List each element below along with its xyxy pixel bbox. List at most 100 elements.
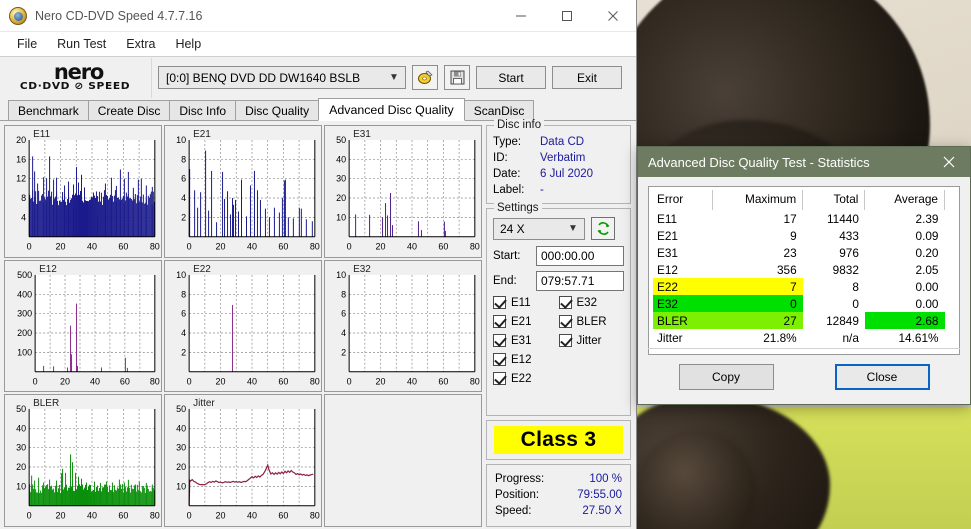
checkbox-e12[interactable]: E12 <box>493 353 559 366</box>
menu-help[interactable]: Help <box>166 34 210 54</box>
svg-text:8: 8 <box>181 154 186 164</box>
save-floppy-icon[interactable] <box>444 65 470 90</box>
cell-spacer <box>945 295 956 312</box>
checkbox-label: E12 <box>511 353 532 366</box>
charts-grid: E11 4 8 12 16 20 0 20 40 60 80 E21 2 4 6 8 10 0 20 40 60 80 … <box>4 125 482 528</box>
checkbox-bler[interactable]: BLER <box>558 315 625 328</box>
refresh-icon[interactable] <box>591 217 615 240</box>
start-button[interactable]: Start <box>476 66 546 89</box>
exit-button[interactable]: Exit <box>552 66 622 89</box>
progress-value: 100 % <box>589 473 622 485</box>
disc-info-key: ID: <box>493 152 508 164</box>
svg-text:80: 80 <box>150 376 160 386</box>
svg-text:E32: E32 <box>353 264 371 275</box>
window-title: Nero CD-DVD Speed 4.7.7.16 <box>35 8 203 23</box>
svg-text:60: 60 <box>118 242 128 252</box>
statistics-table-body: E11 17 11440 2.39 E21 9 433 0.09 E31 23 976 0.20 E12… <box>653 210 955 346</box>
progress-row: Progress: 100 % <box>495 471 622 487</box>
statistics-table-wrap: Error Maximum Total Average E11 17 11440 2.… <box>648 186 960 355</box>
table-row[interactable]: E12 356 9832 2.05 <box>653 261 955 278</box>
svg-text:50: 50 <box>16 404 26 414</box>
end-time-input[interactable]: 079:57.71 <box>536 271 624 291</box>
tab-advanced-disc-quality[interactable]: Advanced Disc Quality <box>318 98 465 121</box>
chevron-down-icon: ▼ <box>389 72 399 83</box>
svg-text:40: 40 <box>407 376 417 386</box>
svg-text:40: 40 <box>247 511 257 521</box>
tab-disc-quality[interactable]: Disc Quality <box>235 100 320 120</box>
svg-text:4: 4 <box>181 328 186 338</box>
checkbox-e21[interactable]: E21 <box>493 315 559 328</box>
speed-label: Speed: <box>495 505 532 517</box>
tab-disc-info[interactable]: Disc Info <box>169 100 237 120</box>
tab-benchmark[interactable]: Benchmark <box>8 100 89 120</box>
svg-text:2: 2 <box>341 347 346 357</box>
table-row[interactable]: BLER 27 12849 2.68 <box>653 312 955 329</box>
eject-disc-icon[interactable] <box>412 65 438 90</box>
drive-select-value: [0:0] BENQ DVD DD DW1640 BSLB <box>166 70 361 85</box>
table-row[interactable]: E22 7 8 0.00 <box>653 278 955 295</box>
cell-error: E21 <box>657 228 678 243</box>
table-row[interactable]: E31 23 976 0.20 <box>653 244 955 261</box>
checkbox-box <box>493 315 506 328</box>
copy-button[interactable]: Copy <box>678 363 774 390</box>
nero-logo-word: nero <box>53 59 104 84</box>
minimize-icon[interactable] <box>498 0 544 32</box>
svg-text:0: 0 <box>27 242 32 252</box>
svg-text:20: 20 <box>216 511 226 521</box>
disc-info-key: Label: <box>493 184 525 196</box>
svg-text:2: 2 <box>181 347 186 357</box>
cell-maximum: 27 <box>712 312 803 329</box>
svg-text:20: 20 <box>216 376 226 386</box>
checkbox-label: E11 <box>511 296 531 309</box>
svg-text:30: 30 <box>176 443 186 453</box>
nero-logo: nero CD·DVD ⊘ SPEED <box>0 57 152 98</box>
svg-text:6: 6 <box>181 308 186 318</box>
cell-spacer <box>945 312 956 329</box>
checkbox-label: BLER <box>576 315 607 328</box>
menubar: File Run Test Extra Help <box>0 32 636 56</box>
table-row[interactable]: E11 17 11440 2.39 <box>653 210 955 227</box>
error-type-checkbox-grid: E11 E32 E21 BLER E31 Jitter E12 E22 <box>493 296 624 391</box>
checkbox-e31[interactable]: E31 <box>493 334 559 347</box>
svg-text:8: 8 <box>341 289 346 299</box>
checkbox-e11[interactable]: E11 <box>493 296 559 309</box>
close-button[interactable]: Close <box>834 363 930 390</box>
column-header-error: Error <box>653 190 713 210</box>
disc-info-value: Verbatim <box>540 152 586 164</box>
speed-select[interactable]: 24 X ▼ <box>493 217 585 240</box>
svg-text:60: 60 <box>120 376 130 386</box>
svg-text:16: 16 <box>16 154 26 164</box>
statistics-table: Error Maximum Total Average E11 17 11440 2.… <box>653 190 955 346</box>
checkbox-box <box>493 372 506 385</box>
svg-text:40: 40 <box>336 154 346 164</box>
cell-error: E12 <box>657 262 678 277</box>
cell-error: E31 <box>657 245 678 260</box>
menu-run-test[interactable]: Run Test <box>48 34 115 54</box>
end-time-label: End: <box>493 275 517 287</box>
menu-extra[interactable]: Extra <box>117 34 164 54</box>
svg-text:10: 10 <box>336 270 346 280</box>
checkbox-label: E32 <box>576 296 597 309</box>
drive-select[interactable]: [0:0] BENQ DVD DD DW1640 BSLB ▼ <box>158 66 406 89</box>
checkbox-e32[interactable]: E32 <box>558 296 625 309</box>
svg-text:60: 60 <box>438 242 448 252</box>
cell-maximum: 9 <box>790 228 797 243</box>
maximize-icon[interactable] <box>544 0 590 32</box>
table-row[interactable]: E21 9 433 0.09 <box>653 227 955 244</box>
svg-text:E11: E11 <box>33 129 50 140</box>
checkbox-jitter[interactable]: Jitter <box>558 334 625 347</box>
start-time-input[interactable]: 000:00.00 <box>536 246 624 266</box>
tab-scandisc[interactable]: ScanDisc <box>463 100 535 120</box>
dialog-body: Error Maximum Total Average E11 17 11440 2.… <box>638 177 970 355</box>
svg-text:20: 20 <box>56 511 66 521</box>
table-row[interactable]: E32 0 0 0.00 <box>653 295 955 312</box>
cell-maximum: 7 <box>712 278 803 295</box>
menu-file[interactable]: File <box>8 34 46 54</box>
close-icon[interactable] <box>590 0 636 32</box>
disc-info-row-id: ID: Verbatim <box>493 150 624 166</box>
cell-spacer <box>945 329 956 346</box>
tab-create-disc[interactable]: Create Disc <box>87 100 171 120</box>
close-icon[interactable] <box>928 147 970 177</box>
table-row[interactable]: Jitter 21.8% n/a 14.61% <box>653 329 955 346</box>
checkbox-e22[interactable]: E22 <box>493 372 559 385</box>
